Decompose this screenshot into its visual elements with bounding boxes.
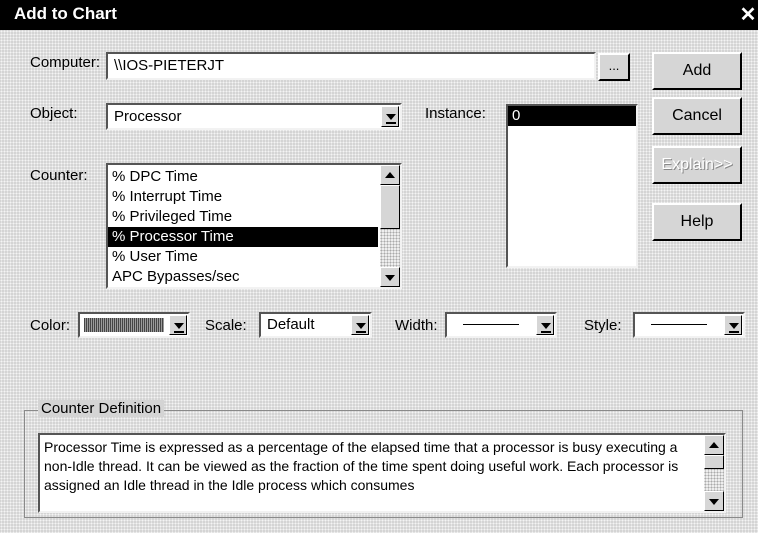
counter-list-item[interactable]: % Interrupt Time [108, 187, 378, 207]
color-label: Color: [30, 317, 71, 334]
browse-button[interactable]: ... [598, 53, 630, 81]
style-label: Style: [584, 317, 622, 334]
scale-select[interactable]: Default [259, 312, 372, 338]
width-dropdown-icon[interactable] [536, 315, 554, 335]
explain-button-label: Explain>> [661, 156, 733, 173]
counter-list[interactable]: % DPC Time% Interrupt Time% Privileged T… [106, 163, 402, 289]
object-dropdown-icon[interactable] [381, 106, 399, 127]
instance-list[interactable]: 0 [506, 104, 638, 268]
object-select[interactable]: Processor [106, 103, 402, 130]
definition-scroll-thumb[interactable] [704, 455, 724, 469]
window-title: Add to Chart [14, 4, 117, 23]
title-bar[interactable]: Add to Chart ✕ [0, 0, 758, 30]
style-line-sample [651, 324, 707, 325]
explain-button[interactable]: Explain>> [652, 146, 742, 184]
width-label: Width: [395, 317, 438, 334]
add-button[interactable]: Add [652, 52, 742, 90]
close-icon[interactable]: ✕ [738, 2, 758, 27]
scroll-down-icon[interactable] [380, 267, 400, 287]
computer-field[interactable]: \\IOS-PIETERJT [106, 52, 596, 80]
counter-scrollbar[interactable] [380, 165, 400, 287]
width-line-sample [463, 324, 519, 325]
cancel-button-label: Cancel [672, 107, 722, 124]
instance-label: Instance: [425, 105, 486, 122]
counter-list-item[interactable]: APC Bypasses/sec [108, 267, 378, 287]
add-to-chart-dialog: Add to Chart ✕ Computer: \\IOS-PIETERJT … [0, 0, 758, 533]
counter-definition-label: Counter Definition [38, 400, 165, 417]
counter-definition-text-box[interactable]: Processor Time is expressed as a percent… [38, 433, 726, 513]
scale-value: Default [267, 316, 315, 333]
scale-label: Scale: [205, 317, 247, 334]
width-select[interactable] [445, 312, 557, 338]
counter-list-item[interactable]: % DPC Time [108, 167, 378, 187]
counter-label: Counter: [30, 167, 88, 184]
counter-list-item[interactable]: % User Time [108, 247, 378, 267]
color-swatch [84, 318, 164, 332]
help-button-label: Help [680, 213, 714, 230]
scale-dropdown-icon[interactable] [351, 315, 369, 335]
definition-scrollbar[interactable] [704, 435, 724, 511]
counter-definition-text: Processor Time is expressed as a percent… [44, 439, 679, 493]
definition-scroll-up-icon[interactable] [704, 435, 724, 455]
cancel-button[interactable]: Cancel [652, 97, 742, 135]
color-dropdown-icon[interactable] [169, 315, 187, 335]
counter-list-item[interactable]: % Processor Time [108, 227, 378, 247]
scroll-up-icon[interactable] [380, 165, 400, 185]
object-label: Object: [30, 105, 78, 122]
help-button[interactable]: Help [652, 203, 742, 241]
instance-list-item[interactable]: 0 [508, 106, 636, 126]
object-value: Processor [114, 108, 182, 125]
scroll-thumb[interactable] [380, 185, 400, 229]
computer-value: \\IOS-PIETERJT [114, 57, 225, 74]
counter-list-item[interactable]: % Privileged Time [108, 207, 378, 227]
browse-label: ... [608, 58, 620, 73]
style-dropdown-icon[interactable] [724, 315, 742, 335]
add-button-label: Add [682, 62, 712, 79]
style-select[interactable] [633, 312, 745, 338]
computer-label: Computer: [30, 54, 101, 71]
color-select[interactable] [78, 312, 190, 338]
definition-scroll-down-icon[interactable] [704, 491, 724, 511]
